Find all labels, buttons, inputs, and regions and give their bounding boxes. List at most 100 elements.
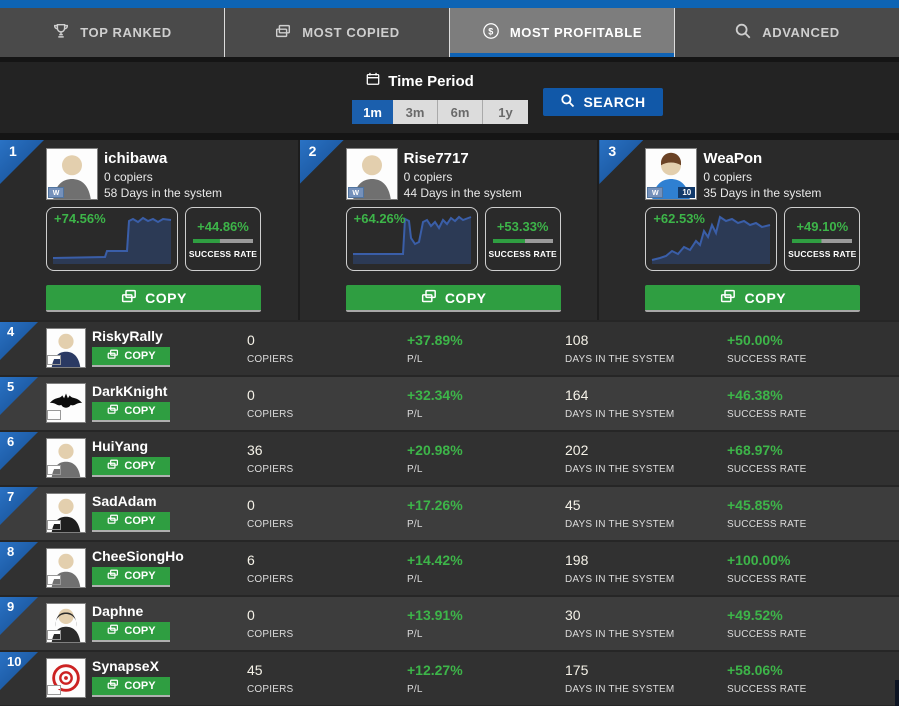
days-cell: 175DAYS IN THE SYSTEM bbox=[565, 662, 674, 695]
days-cell: 108DAYS IN THE SYSTEM bbox=[565, 332, 674, 365]
rank-number: 10 bbox=[7, 654, 21, 669]
pl-cell: +20.98%P/L bbox=[407, 442, 463, 475]
avatar-badge: W bbox=[48, 187, 64, 198]
period-button-group: 1m 3m 6m 1y bbox=[352, 100, 528, 124]
period-button-1m[interactable]: 1m bbox=[352, 100, 393, 124]
table-row: 10 SynapseX COPY 45COPIERS +12.27%P/L bbox=[0, 652, 899, 705]
scrollbar-fragment[interactable] bbox=[895, 680, 899, 706]
tab-advanced[interactable]: ADVANCED bbox=[675, 8, 899, 57]
trader-name[interactable]: DarkKnight bbox=[92, 383, 167, 399]
copy-icon bbox=[106, 514, 119, 528]
avatar[interactable] bbox=[46, 493, 86, 533]
period-button-6m[interactable]: 6m bbox=[438, 100, 483, 124]
copy-button[interactable]: COPY bbox=[92, 512, 170, 532]
trader-name[interactable]: HuiYang bbox=[92, 438, 148, 454]
avatar[interactable] bbox=[46, 328, 86, 368]
copy-trading-screen: TOP RANKED MOST COPIED $ MOST PROFITABLE bbox=[0, 0, 899, 706]
rank-ribbon: 2 bbox=[300, 140, 344, 184]
trader-name[interactable]: ichibawa bbox=[104, 150, 167, 167]
tab-most-profitable[interactable]: $ MOST PROFITABLE bbox=[450, 8, 675, 57]
copy-button[interactable]: COPY bbox=[645, 285, 860, 312]
copy-button[interactable]: COPY bbox=[92, 402, 170, 422]
avatar[interactable] bbox=[46, 383, 86, 423]
top-accent-bar bbox=[0, 0, 899, 8]
copy-button[interactable]: COPY bbox=[92, 567, 170, 587]
tab-label: TOP RANKED bbox=[80, 25, 171, 40]
rank-ribbon: 4 bbox=[0, 322, 38, 360]
copy-button[interactable]: COPY bbox=[92, 457, 170, 477]
trader-name[interactable]: CheeSiongHo bbox=[92, 548, 184, 564]
rank-ribbon: 3 bbox=[599, 140, 643, 184]
avatar[interactable]: W bbox=[346, 148, 398, 200]
avatar[interactable]: W bbox=[46, 148, 98, 200]
copy-button[interactable]: COPY bbox=[92, 347, 170, 367]
avatar[interactable] bbox=[46, 438, 86, 478]
flag-badge bbox=[47, 410, 61, 420]
ranked-rows: 4 RiskyRally COPY 0COPIERS +37.89%P/L bbox=[0, 322, 899, 705]
copy-button-label: COPY bbox=[445, 290, 487, 306]
copiers-cell: 0COPIERS bbox=[247, 387, 293, 420]
days-cell: 164DAYS IN THE SYSTEM bbox=[565, 387, 674, 420]
success-cell: +46.38%SUCCESS RATE bbox=[727, 387, 806, 420]
copy-button[interactable]: COPY bbox=[92, 677, 170, 697]
search-button-label: SEARCH bbox=[583, 94, 645, 110]
copy-icon bbox=[719, 289, 736, 307]
avatar[interactable] bbox=[46, 603, 86, 643]
days-text: 58 Days in the system bbox=[104, 186, 222, 200]
rank-ribbon: 5 bbox=[0, 377, 38, 415]
avatar[interactable] bbox=[46, 658, 86, 698]
avatar[interactable] bbox=[46, 548, 86, 588]
pl-sparkline-box: +62.53% bbox=[645, 207, 777, 271]
pl-cell: +14.42%P/L bbox=[407, 552, 463, 585]
rank-number: 4 bbox=[7, 324, 14, 339]
pl-value: +64.26% bbox=[354, 211, 406, 226]
pl-cell: +12.27%P/L bbox=[407, 662, 463, 695]
rank-ribbon: 9 bbox=[0, 597, 38, 635]
tab-top-ranked[interactable]: TOP RANKED bbox=[0, 8, 225, 57]
search-button[interactable]: SEARCH bbox=[543, 88, 663, 116]
flag-badge bbox=[47, 575, 61, 585]
success-cell: +68.97%SUCCESS RATE bbox=[727, 442, 806, 475]
trader-name[interactable]: Daphne bbox=[92, 603, 143, 619]
days-cell: 202DAYS IN THE SYSTEM bbox=[565, 442, 674, 475]
table-row: 6 HuiYang COPY 36COPIERS +20.98%P/L 20 bbox=[0, 432, 899, 485]
copiers-cell: 45COPIERS bbox=[247, 662, 293, 695]
table-row: 7 SadAdam COPY 0COPIERS +17.26%P/L 45D bbox=[0, 487, 899, 540]
pl-cell: +13.91%P/L bbox=[407, 607, 463, 640]
period-button-1y[interactable]: 1y bbox=[483, 100, 528, 124]
trader-name[interactable]: RiskyRally bbox=[92, 328, 163, 344]
days-text: 35 Days in the system bbox=[703, 186, 821, 200]
rank-number: 7 bbox=[7, 489, 14, 504]
tab-most-copied[interactable]: MOST COPIED bbox=[225, 8, 450, 57]
copy-button-label: COPY bbox=[744, 290, 786, 306]
flag-badge bbox=[47, 465, 61, 475]
trader-name[interactable]: WeaPon bbox=[703, 150, 762, 167]
copy-icon bbox=[106, 624, 119, 638]
flag-badge bbox=[47, 630, 61, 640]
trophy-icon bbox=[52, 22, 70, 43]
tab-label: MOST PROFITABLE bbox=[510, 25, 642, 40]
trader-name[interactable]: SadAdam bbox=[92, 493, 157, 509]
copiers-cell: 6COPIERS bbox=[247, 552, 293, 585]
copy-button-label: COPY bbox=[124, 350, 155, 362]
filter-controls: Time Period 1m 3m 6m 1y SEARCH bbox=[0, 62, 899, 133]
trader-name[interactable]: Rise7717 bbox=[404, 150, 469, 167]
success-cell: +49.52%SUCCESS RATE bbox=[727, 607, 806, 640]
success-rate-box: +44.86% SUCCESS RATE bbox=[185, 207, 261, 271]
trader-name[interactable]: SynapseX bbox=[92, 658, 159, 674]
copy-button[interactable]: COPY bbox=[346, 285, 561, 312]
flag-badge bbox=[47, 685, 61, 695]
copiers-cell: 0COPIERS bbox=[247, 332, 293, 365]
copy-button[interactable]: COPY bbox=[46, 285, 261, 312]
trader-card-2: 2 W Rise7717 0 copiers 44 bbox=[300, 140, 600, 320]
avatar[interactable]: W 10 bbox=[645, 148, 697, 200]
copy-button[interactable]: COPY bbox=[92, 622, 170, 642]
section-divider bbox=[0, 133, 899, 140]
flag-badge bbox=[47, 355, 61, 365]
period-button-3m[interactable]: 3m bbox=[393, 100, 438, 124]
days-cell: 198DAYS IN THE SYSTEM bbox=[565, 552, 674, 585]
table-row: 9 Daphne COPY 0COPIERS +13.91%P/L 30DA bbox=[0, 597, 899, 650]
tab-label: ADVANCED bbox=[762, 25, 840, 40]
success-rate-box: +49.10% SUCCESS RATE bbox=[784, 207, 860, 271]
copy-icon bbox=[274, 22, 292, 43]
